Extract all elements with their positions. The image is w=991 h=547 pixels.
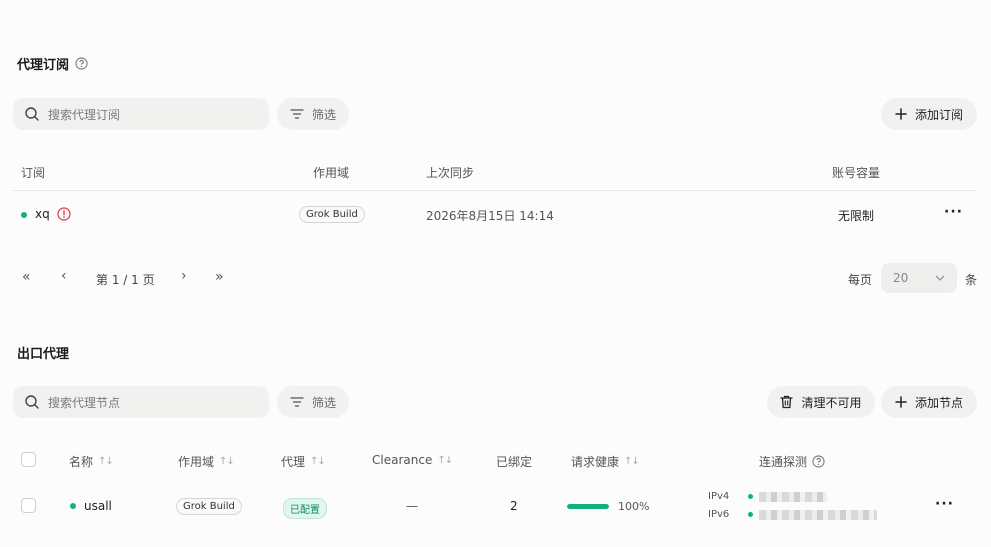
subscriptions-title-text: 代理订阅 xyxy=(17,58,70,73)
table-divider xyxy=(13,190,977,191)
subscriptions-title: 代理订阅 xyxy=(17,54,88,73)
add-node-label: 添加节点 xyxy=(914,395,963,410)
clean-unavailable-label: 清理不可用 xyxy=(801,395,862,410)
ipv6-label: IPv6 xyxy=(708,509,730,520)
more-actions-button[interactable]: ··· xyxy=(935,496,954,512)
col-bound: 已绑定 xyxy=(496,455,533,469)
select-all-checkbox[interactable] xyxy=(21,452,36,467)
trash-icon xyxy=(780,395,794,409)
subscriptions-search-placeholder: 搜索代理订阅 xyxy=(48,107,121,122)
ipv4-label: IPv4 xyxy=(708,491,730,502)
per-page-label: 每页 xyxy=(848,273,873,287)
col-proxy-scope[interactable]: 作用域 ↑↓ xyxy=(178,453,235,470)
page-indicator: 第 1 / 1 页 xyxy=(96,273,155,287)
col-capacity: 账号容量 xyxy=(832,166,881,180)
add-subscription-button[interactable]: 添加订阅 xyxy=(881,98,977,130)
exit-proxies-title-text: 出口代理 xyxy=(17,347,70,362)
add-node-button[interactable]: 添加节点 xyxy=(881,386,977,418)
col-scope: 作用域 xyxy=(313,166,350,180)
row-checkbox[interactable] xyxy=(21,498,36,513)
next-page-button[interactable]: › xyxy=(181,268,187,284)
last-page-button[interactable]: » xyxy=(215,269,224,285)
first-page-button[interactable]: « xyxy=(22,269,31,285)
scope-tag: Grok Build xyxy=(176,498,242,515)
clean-unavailable-button[interactable]: 清理不可用 xyxy=(767,386,875,418)
col-probe: 连通探测 xyxy=(759,453,825,470)
exit-proxies-title: 出口代理 xyxy=(17,343,69,362)
subscription-name[interactable]: xq xyxy=(35,207,50,221)
search-icon xyxy=(25,395,39,409)
sort-icon[interactable]: ↑↓ xyxy=(310,456,326,467)
scope-tag: Grok Build xyxy=(299,206,365,223)
subscriptions-filter-button[interactable]: 筛选 xyxy=(277,98,349,130)
filter-icon xyxy=(290,109,304,119)
col-subscription: 订阅 xyxy=(21,166,46,180)
table-row[interactable]: xq Grok Build 2026年8月15日 14:14 无限制 ··· xyxy=(13,196,977,234)
per-page-value: 20 xyxy=(893,271,909,285)
health-progress-bar xyxy=(567,504,609,509)
add-subscription-label: 添加订阅 xyxy=(914,107,963,122)
subscriptions-search[interactable]: 搜索代理订阅 xyxy=(13,98,269,130)
health-progress-fill xyxy=(567,504,609,509)
status-dot xyxy=(21,212,27,218)
plus-icon xyxy=(895,396,907,408)
col-name[interactable]: 名称 ↑↓ xyxy=(69,453,114,470)
help-circle-icon[interactable] xyxy=(75,57,88,70)
search-icon xyxy=(25,107,39,121)
subscriptions-filter-label: 筛选 xyxy=(311,107,336,122)
filter-icon xyxy=(290,397,304,407)
sort-icon[interactable]: ↑↓ xyxy=(437,455,453,466)
ipv6-status-dot xyxy=(748,512,753,517)
sort-icon[interactable]: ↑↓ xyxy=(624,456,640,467)
ipv4-status-dot xyxy=(748,494,753,499)
per-page-select[interactable]: 20 xyxy=(881,263,957,293)
alert-icon[interactable] xyxy=(57,207,71,221)
proxy-filter-label: 筛选 xyxy=(311,395,336,410)
col-health[interactable]: 请求健康 ↑↓ xyxy=(571,453,640,470)
proxy-name[interactable]: usall xyxy=(84,499,112,513)
proxy-search-placeholder: 搜索代理节点 xyxy=(48,395,121,410)
clearance-value: — xyxy=(406,499,418,513)
proxy-filter-button[interactable]: 筛选 xyxy=(277,386,349,418)
more-actions-button[interactable]: ··· xyxy=(944,204,963,220)
health-percent: 100% xyxy=(618,500,650,513)
table-row[interactable]: usall Grok Build 已配置 — 2 100% IPv4 IPv6 … xyxy=(13,484,977,528)
bound-count: 2 xyxy=(510,499,518,513)
capacity-value: 无限制 xyxy=(838,209,875,223)
col-proxy[interactable]: 代理 ↑↓ xyxy=(281,453,326,470)
prev-page-button[interactable]: ‹ xyxy=(61,268,67,284)
col-last-sync: 上次同步 xyxy=(426,166,475,180)
sort-icon[interactable]: ↑↓ xyxy=(219,456,235,467)
per-page-unit: 条 xyxy=(965,273,978,287)
chevron-down-icon xyxy=(935,275,945,281)
proxy-configured-badge: 已配置 xyxy=(283,498,327,519)
col-clearance[interactable]: Clearance ↑↓ xyxy=(372,453,453,467)
ipv4-address-redacted xyxy=(759,492,827,502)
last-sync-value: 2026年8月15日 14:14 xyxy=(426,209,554,223)
proxy-search[interactable]: 搜索代理节点 xyxy=(13,386,269,418)
plus-icon xyxy=(895,108,907,120)
sort-icon[interactable]: ↑↓ xyxy=(98,456,114,467)
ipv6-address-redacted xyxy=(759,510,877,520)
help-circle-icon[interactable] xyxy=(812,455,825,468)
status-dot xyxy=(70,503,76,509)
